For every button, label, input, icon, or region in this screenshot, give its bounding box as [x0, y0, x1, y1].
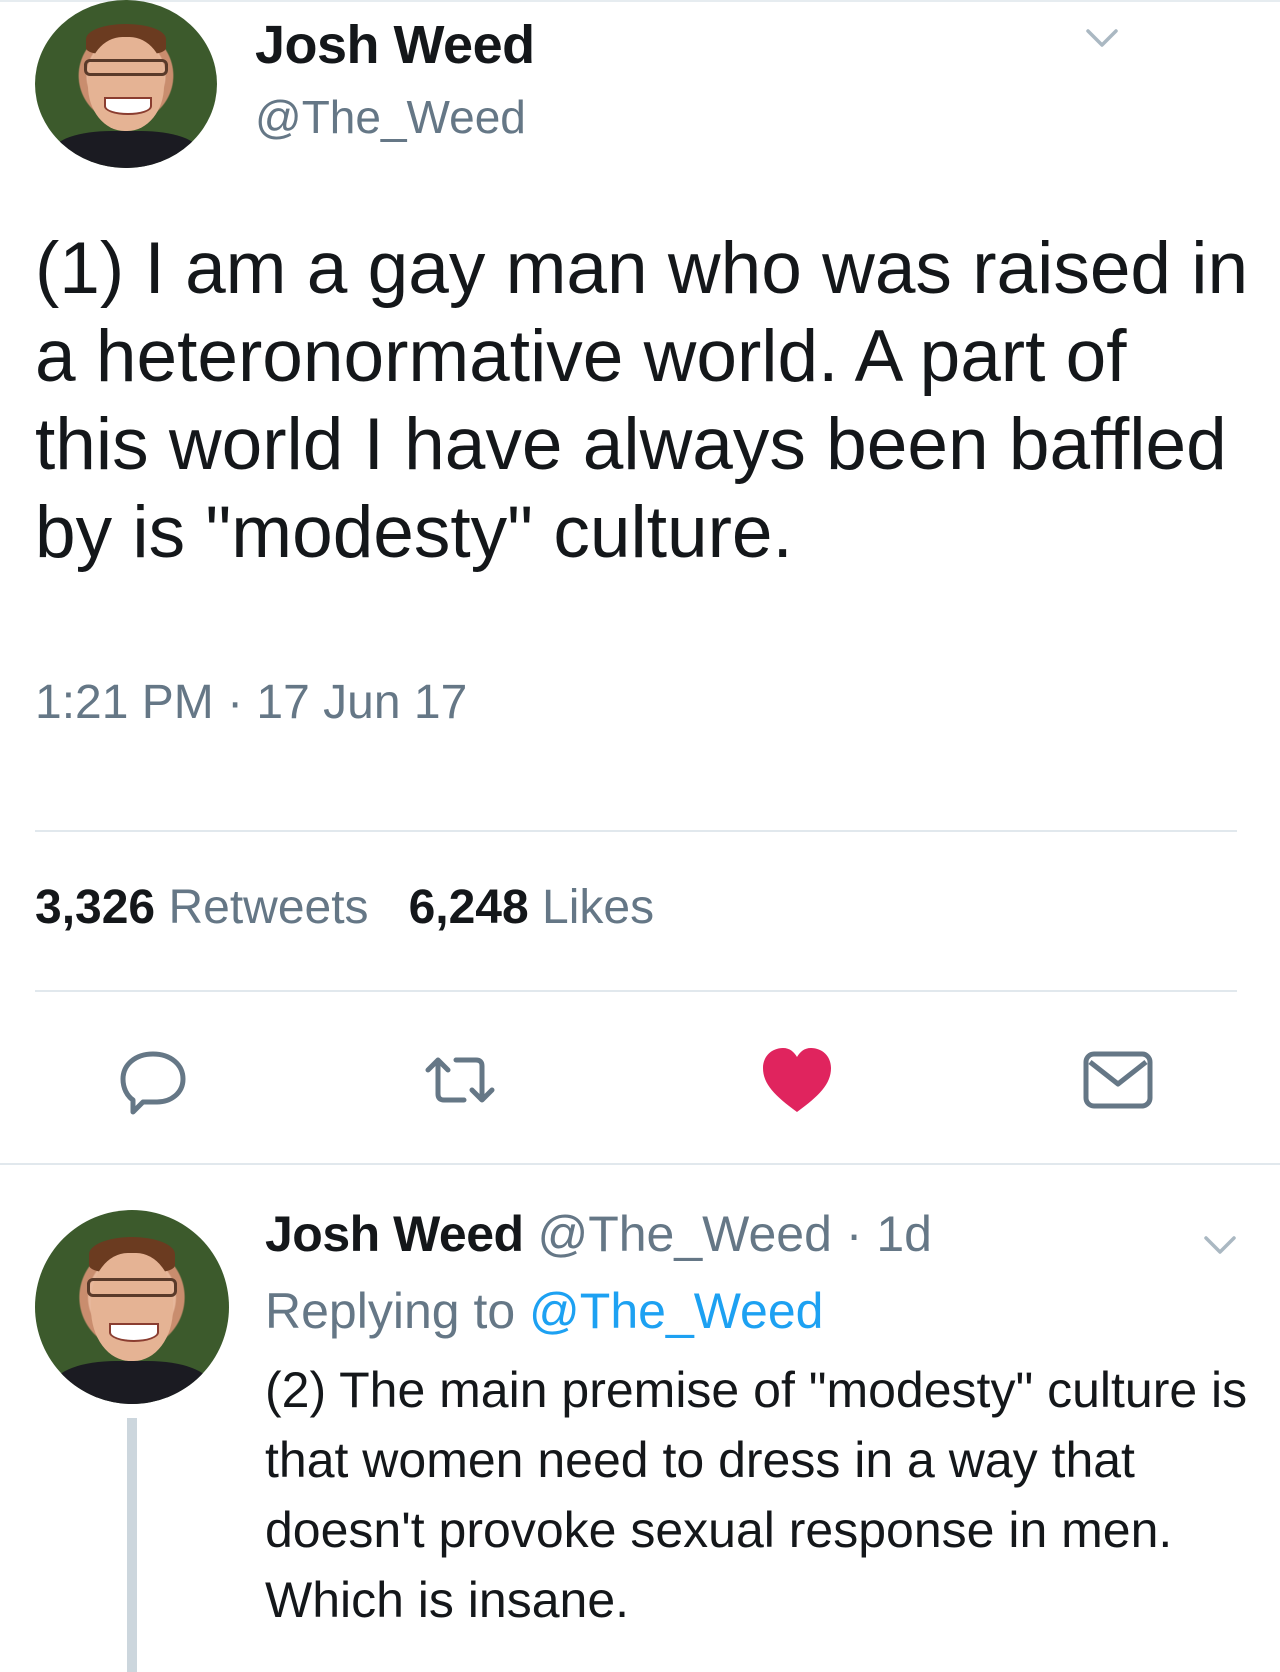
- avatar-smile: [108, 1322, 160, 1343]
- reply-time[interactable]: 1d: [876, 1206, 932, 1262]
- tweet-stats: 3,326 Retweets 6,248 Likes: [35, 880, 654, 935]
- avatar-glasses: [87, 1277, 177, 1298]
- reply-author-handle[interactable]: @The_Weed: [537, 1206, 831, 1262]
- chevron-down-icon[interactable]: [1200, 1225, 1240, 1265]
- thread-connector-line: [127, 1418, 137, 1672]
- avatar-shirt: [53, 131, 199, 168]
- retweets-label: Retweets: [168, 881, 369, 934]
- avatar-face: [87, 36, 165, 132]
- author-display-name[interactable]: Josh Weed: [255, 14, 535, 76]
- reply-header: Josh Weed @The_Weed · 1d: [265, 1205, 932, 1263]
- retweet-icon[interactable]: [420, 1040, 500, 1120]
- direct-message-icon[interactable]: [1078, 1040, 1158, 1120]
- reply-text: (2) The main premise of "modesty" cultur…: [265, 1362, 1248, 1628]
- divider: [35, 990, 1237, 992]
- tweet-text: (1) I am a gay man who was raised in a h…: [35, 228, 1249, 573]
- likes-stat[interactable]: 6,248 Likes: [409, 881, 655, 934]
- likes-count: 6,248: [408, 881, 529, 934]
- author-handle[interactable]: @The_Weed: [255, 90, 526, 144]
- replying-to-mention[interactable]: @The_Weed: [529, 1283, 823, 1339]
- divider: [35, 830, 1237, 832]
- avatar[interactable]: [35, 0, 217, 168]
- avatar-smile: [104, 97, 152, 115]
- tweet-timestamp[interactable]: 1:21 PM · 17 Jun 17: [35, 675, 467, 730]
- replying-to: Replying to @The_Weed: [265, 1282, 823, 1340]
- reply-icon[interactable]: [113, 1040, 193, 1120]
- retweets-stat[interactable]: 3,326 Retweets: [35, 881, 369, 934]
- likes-label: Likes: [542, 881, 655, 934]
- reply-author-name[interactable]: Josh Weed: [265, 1206, 524, 1262]
- chevron-down-icon[interactable]: [1082, 18, 1122, 58]
- replying-prefix: Replying to: [265, 1283, 530, 1339]
- retweets-count: 3,326: [35, 881, 156, 934]
- like-icon[interactable]: [757, 1040, 837, 1120]
- reply-separator: ·: [831, 1206, 877, 1262]
- tweet-separator: [0, 1163, 1280, 1165]
- avatar[interactable]: [35, 1210, 229, 1404]
- avatar-face: [91, 1252, 173, 1362]
- avatar-shirt: [54, 1361, 210, 1404]
- main-tweet: Josh Weed @The_Weed (1) I am a gay man w…: [0, 0, 1280, 1165]
- avatar-glasses: [84, 58, 168, 76]
